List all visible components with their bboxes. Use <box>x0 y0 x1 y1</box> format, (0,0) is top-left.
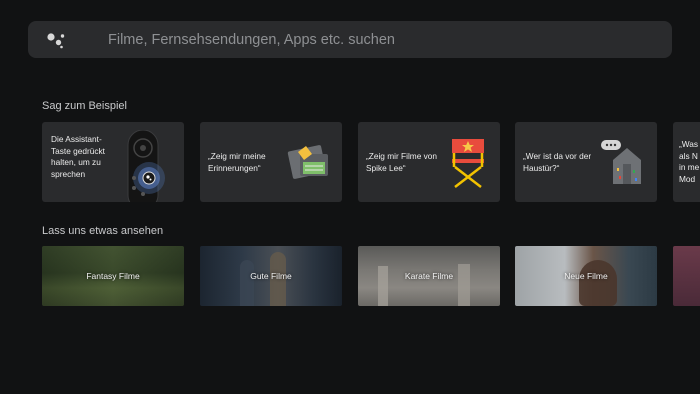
tile-fantasy-movies[interactable]: Fantasy Filme <box>42 246 184 306</box>
tile-good-movies[interactable]: Gute Filme <box>200 246 342 306</box>
tile-label: Neue Filme <box>564 271 608 281</box>
search-bar[interactable]: Filme, Fernsehsendungen, Apps etc. suche… <box>28 21 672 58</box>
suggestion-card-partial[interactable]: „Was als N in me Mod <box>673 122 700 202</box>
tile-label: Karate Filme <box>404 271 454 281</box>
suggestion-text: „Zeig mir Filme von Spike Lee“ <box>366 151 437 173</box>
remote-control-icon <box>127 130 165 202</box>
suggestion-text: Die Assistant-Taste gedrückt halten, um … <box>51 134 105 179</box>
suggestions-row: Die Assistant-Taste gedrückt halten, um … <box>42 122 700 202</box>
suggestion-text: „Wer ist da vor der Haustür?“ <box>523 151 592 173</box>
watch-row: Fantasy Filme Gute Filme Karate Filme Ne… <box>42 246 700 326</box>
suggestion-card-doorbell[interactable]: „Wer ist da vor der Haustür?“ <box>515 122 657 202</box>
suggestion-card-assistant-button[interactable]: Die Assistant-Taste gedrückt halten, um … <box>42 122 184 202</box>
suggestion-text: „Was als N in me Mod <box>679 139 700 184</box>
suggestion-card-spike-lee[interactable]: „Zeig mir Filme von Spike Lee“ <box>358 122 500 202</box>
doorbell-house-icon <box>601 140 641 184</box>
suggestion-card-memories[interactable]: „Zeig mir meine Erinnerungen“ <box>200 122 342 202</box>
tile-label: Gute Filme <box>250 271 292 281</box>
photos-icon <box>287 145 328 179</box>
tile-label: Fantasy Filme <box>86 271 140 281</box>
watch-title: Lass uns etwas ansehen <box>42 225 164 237</box>
search-placeholder: Filme, Fernsehsendungen, Apps etc. suche… <box>108 32 395 48</box>
tile-new-movies[interactable]: Neue Filme <box>515 246 657 306</box>
suggestion-text: „Zeig mir meine Erinnerungen“ <box>208 151 266 173</box>
suggestions-title: Sag zum Beispiel <box>42 100 127 112</box>
director-chair-icon <box>452 139 484 188</box>
tile-partial[interactable] <box>673 246 700 306</box>
google-assistant-icon <box>47 33 65 49</box>
tile-karate-movies[interactable]: Karate Filme <box>358 246 500 306</box>
